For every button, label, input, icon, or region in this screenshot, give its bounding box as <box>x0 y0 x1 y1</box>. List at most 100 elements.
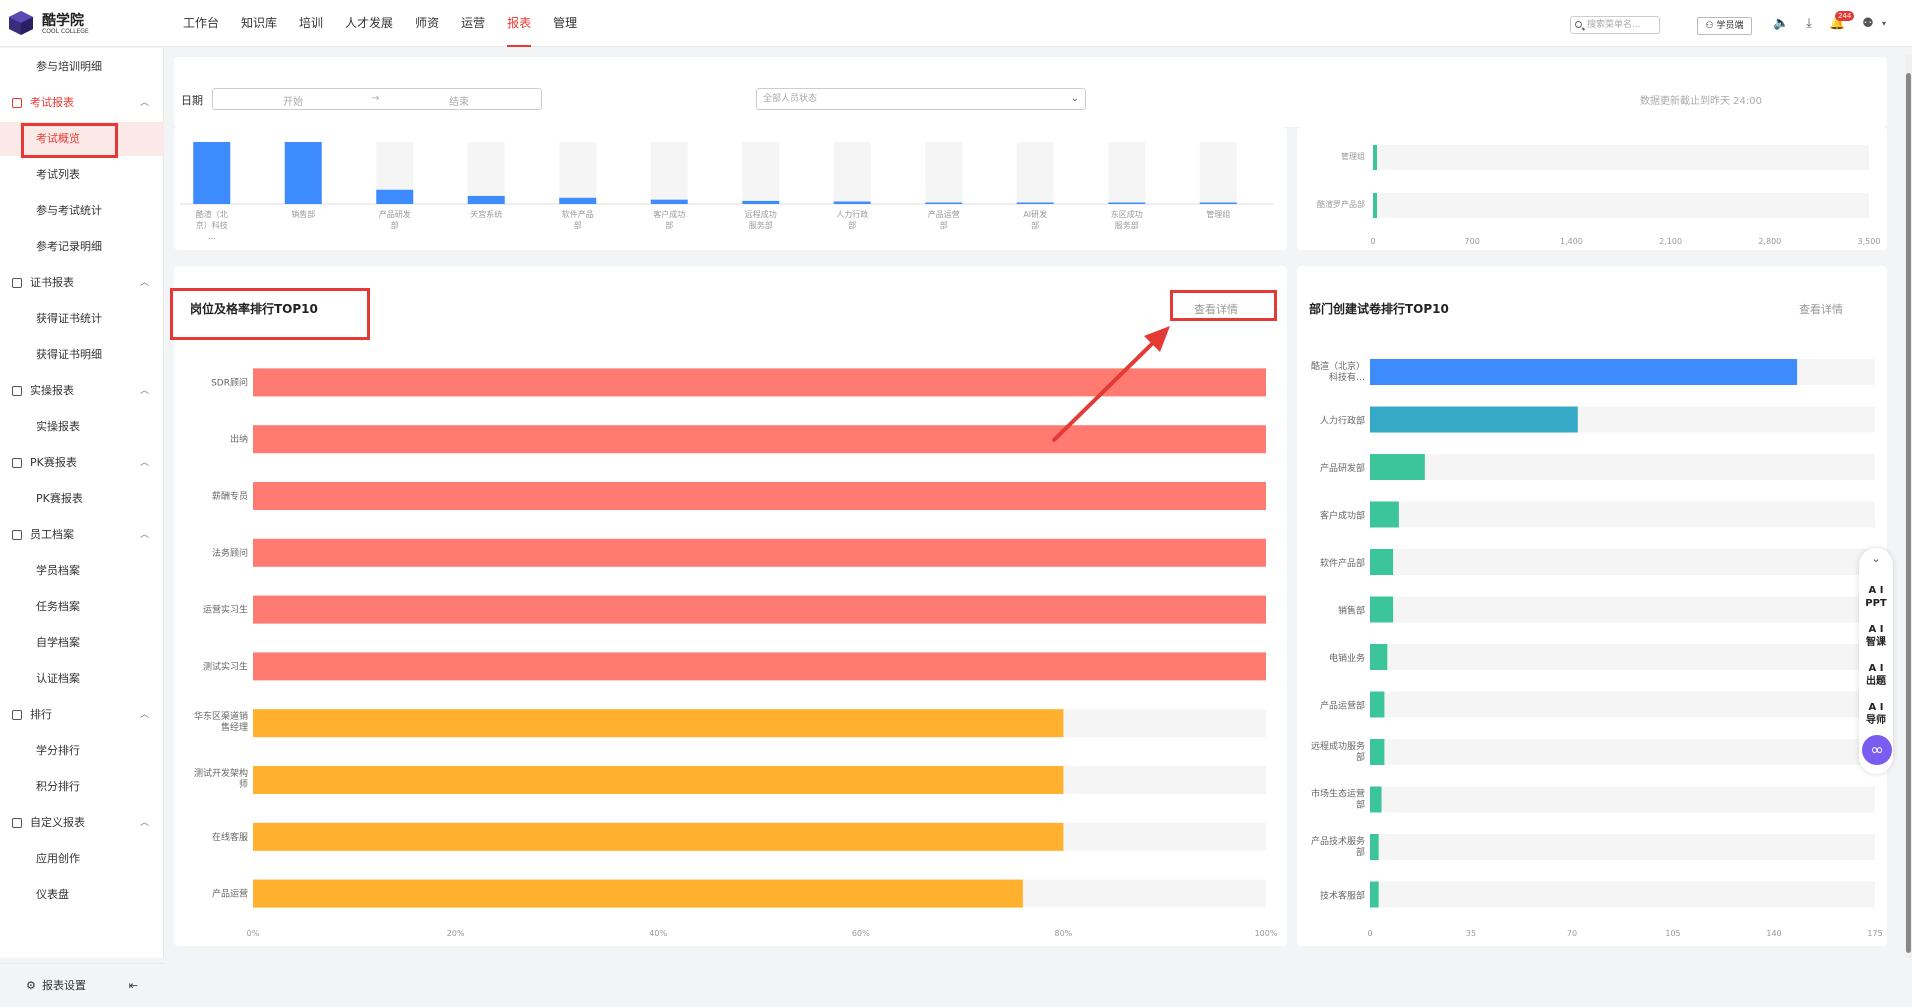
date-range-picker[interactable]: 开始 → 结束 <box>212 88 542 110</box>
bar <box>1016 202 1054 204</box>
scrollbar-thumb[interactable] <box>1906 73 1911 953</box>
ai-tool-2[interactable]: A I 出题 <box>1861 662 1891 688</box>
nav-item-2[interactable]: 培训 <box>299 0 323 47</box>
bar-track <box>1373 145 1869 170</box>
chevron-up-icon[interactable]: ︿ <box>140 86 149 120</box>
report-settings[interactable]: ⚙ 报表设置 ⇤ <box>0 963 164 1006</box>
sidebar-item-22[interactable]: 应用创作 <box>0 842 164 876</box>
sidebar-item-8[interactable]: 获得证书明细 <box>0 338 164 372</box>
bar <box>1373 145 1377 170</box>
sidebar-item-23[interactable]: 仪表盘 <box>0 878 164 912</box>
bar-track <box>1373 193 1869 218</box>
report-group-icon <box>12 710 22 720</box>
sidebar-item-7[interactable]: 获得证书统计 <box>0 302 164 336</box>
y-tick-label: 出纳 <box>230 433 248 445</box>
sidebar-item-0[interactable]: 参与培训明细 <box>0 50 164 84</box>
sidebar-item-18[interactable]: 排行 ︿ <box>0 698 164 732</box>
sidebar-item-9[interactable]: 实操报表 ︿ <box>0 374 164 408</box>
nav-item-3[interactable]: 人才发展 <box>345 0 393 47</box>
brand-logo[interactable]: 酷学院 COOL COLLEGE <box>8 8 98 38</box>
bar <box>742 200 780 204</box>
sidebar-item-20[interactable]: 积分排行 <box>0 770 164 804</box>
sidebar-item-19[interactable]: 学分排行 <box>0 734 164 768</box>
y-tick-label: 华东区渠道销售经理 <box>194 710 248 733</box>
sidebar-item-5[interactable]: 参考记录明细 <box>0 230 164 264</box>
sidebar-item-4[interactable]: 参与考试统计 <box>0 194 164 228</box>
y-tick-label: 产品运营 <box>212 888 248 900</box>
ai-tool-0[interactable]: A I PPT <box>1861 584 1891 610</box>
sidebar-item-label: 仪表盘 <box>36 888 69 901</box>
sidebar-item-6[interactable]: 证书报表 ︿ <box>0 266 164 300</box>
sidebar-item-14[interactable]: 学员档案 <box>0 554 164 588</box>
start-date-input[interactable]: 开始 <box>283 93 303 108</box>
sidebar-item-11[interactable]: PK赛报表 ︿ <box>0 446 164 480</box>
bar-track <box>1370 881 1875 908</box>
report-group-icon <box>12 386 22 396</box>
chevron-up-icon[interactable]: ︿ <box>140 374 149 408</box>
bar-track <box>1370 501 1875 528</box>
nav-item-0[interactable]: 工作台 <box>183 0 219 47</box>
highlight-box-details <box>1170 290 1277 321</box>
x-tick-label: 东区成功服务部 <box>1111 209 1143 230</box>
download-icon[interactable]: ⤓ <box>1801 16 1817 32</box>
infinity-icon[interactable]: ∞ <box>1862 735 1892 765</box>
sidebar-item-label: 考试报表 <box>30 96 74 109</box>
x-tick-label: 2,800 <box>1758 237 1781 246</box>
sidebar-item-16[interactable]: 自学档案 <box>0 626 164 660</box>
bar-track <box>1016 142 1054 204</box>
sidebar-item-1[interactable]: 考试报表 ︿ <box>0 86 164 120</box>
learner-side-button[interactable]: ⚇ 学员端 <box>1697 17 1752 35</box>
chevron-down-icon: ⌄ <box>1070 93 1079 104</box>
page-scrollbar[interactable] <box>1905 55 1912 958</box>
x-tick-label: 管理组 <box>1206 209 1230 219</box>
chevrons-down-icon[interactable]: ⌄ <box>1859 552 1893 565</box>
chevron-up-icon[interactable]: ︿ <box>140 266 149 300</box>
x-tick-label: 产品运营部 <box>928 209 960 230</box>
ai-tool-3[interactable]: A I 导师 <box>1861 701 1891 727</box>
volume-icon[interactable]: 🔈 <box>1773 16 1789 32</box>
chevron-up-icon[interactable]: ︿ <box>140 518 149 552</box>
bar <box>253 652 1266 681</box>
menu-search-input[interactable]: 搜索菜单名... <box>1570 16 1660 34</box>
sidebar-item-3[interactable]: 考试列表 <box>0 158 164 192</box>
nav-item-1[interactable]: 知识库 <box>241 0 277 47</box>
bar <box>253 766 1064 794</box>
x-tick-label: AI研发部 <box>1023 209 1047 230</box>
sidebar-item-label: 学分排行 <box>36 744 80 757</box>
nav-item-6[interactable]: 报表 <box>507 0 532 47</box>
sidebar-item-12[interactable]: PK赛报表 <box>0 482 164 516</box>
report-group-icon <box>12 278 22 288</box>
bar-track <box>833 142 871 204</box>
x-tick-label: 产品研发部 <box>379 209 411 230</box>
collapse-sidebar-icon[interactable]: ⇤ <box>129 964 138 1007</box>
sidebar-item-label: 自定义报表 <box>30 816 85 829</box>
sidebar-item-label: 获得证书统计 <box>36 312 102 325</box>
bar <box>1370 406 1578 433</box>
chevron-up-icon[interactable]: ︿ <box>140 446 149 480</box>
nav-item-5[interactable]: 运营 <box>461 0 485 47</box>
nav-item-7[interactable]: 管理 <box>553 0 577 47</box>
sidebar-item-13[interactable]: 员工档案 ︿ <box>0 518 164 552</box>
chevron-up-icon[interactable]: ︿ <box>140 806 149 840</box>
y-tick-label: 运营实习生 <box>203 604 248 616</box>
notification-badge: 244 <box>1835 11 1855 21</box>
avatar-icon[interactable]: ⚉ <box>1860 16 1876 32</box>
member-status-select[interactable]: 全部人员状态 ⌄ <box>756 88 1086 110</box>
x-tick-label: 3,500 <box>1858 237 1881 246</box>
x-tick-label: 100% <box>1255 929 1278 938</box>
sidebar-item-label: 排行 <box>30 708 52 721</box>
x-tick-label: 天宫系统 <box>470 209 502 219</box>
sidebar-item-21[interactable]: 自定义报表 ︿ <box>0 806 164 840</box>
end-date-input[interactable]: 结束 <box>449 93 469 108</box>
chevron-down-icon[interactable]: ▾ <box>1876 16 1892 32</box>
sidebar-item-label: 积分排行 <box>36 780 80 793</box>
sidebar-item-17[interactable]: 认证档案 <box>0 662 164 696</box>
ai-tool-1[interactable]: A I 智课 <box>1861 623 1891 649</box>
chevron-up-icon[interactable]: ︿ <box>140 698 149 732</box>
bar <box>1370 834 1379 860</box>
sidebar-item-10[interactable]: 实操报表 <box>0 410 164 444</box>
y-tick-label: 测试实习生 <box>203 660 248 672</box>
sidebar-item-15[interactable]: 任务档案 <box>0 590 164 624</box>
nav-item-4[interactable]: 师资 <box>415 0 439 47</box>
bar <box>1373 193 1377 218</box>
